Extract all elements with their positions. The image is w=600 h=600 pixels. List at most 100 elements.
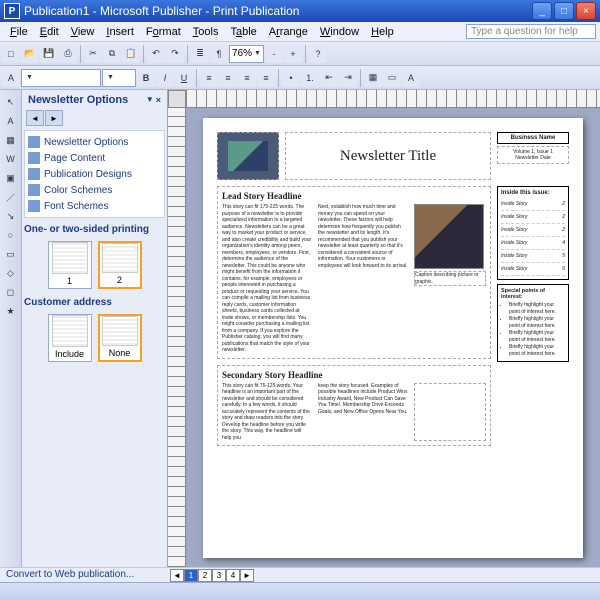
print-button[interactable]: ⎙ — [59, 45, 77, 63]
lead-image[interactable] — [414, 204, 484, 269]
menu-file[interactable]: File — [4, 24, 34, 40]
table-tool[interactable]: ▦ — [3, 132, 19, 148]
paste-button[interactable]: 📋 — [122, 45, 140, 63]
inside-issue-box[interactable]: Inside this issue: Inside Story2 Inside … — [497, 186, 569, 280]
open-button[interactable]: 📂 — [21, 45, 39, 63]
page-nav-next[interactable]: ► — [240, 569, 254, 582]
line-color-button[interactable]: ▭ — [383, 69, 401, 87]
fill-color-button[interactable]: ▦ — [364, 69, 382, 87]
menu-help[interactable]: Help — [365, 24, 400, 40]
menu-edit[interactable]: Edit — [34, 24, 65, 40]
tp-back-button[interactable]: ◄ — [26, 110, 44, 126]
undo-button[interactable]: ↶ — [147, 45, 165, 63]
publication-page[interactable]: Newsletter Title Business Name Volume 1,… — [203, 118, 583, 558]
menu-view[interactable]: View — [65, 24, 101, 40]
zoom-combo[interactable]: 76%▼ — [229, 45, 264, 63]
vertical-ruler[interactable] — [168, 108, 186, 567]
formatting-toolbar: A ▼ ▼ B I U ≡ ≡ ≡ ≡ • 1. ⇤ ⇥ ▦ ▭ A — [0, 66, 600, 90]
status-bar — [0, 582, 600, 600]
bookmark-tool[interactable]: ◻ — [3, 284, 19, 300]
link-color-schemes[interactable]: Color Schemes — [28, 182, 161, 198]
page-nav-prev[interactable]: ◄ — [170, 569, 184, 582]
styles-button[interactable]: A — [2, 69, 20, 87]
align-center-button[interactable]: ≡ — [219, 69, 237, 87]
logo-placeholder[interactable] — [217, 132, 279, 180]
page-nav-2[interactable]: 2 — [198, 569, 212, 582]
line-tool[interactable]: ／ — [3, 189, 19, 205]
textbox-tool[interactable]: A — [3, 113, 19, 129]
cut-button[interactable]: ✂ — [84, 45, 102, 63]
justify-button[interactable]: ≡ — [257, 69, 275, 87]
link-page-content[interactable]: Page Content — [28, 150, 161, 166]
italic-button[interactable]: I — [156, 69, 174, 87]
ruler-corner — [168, 90, 186, 108]
redo-button[interactable]: ↷ — [166, 45, 184, 63]
menu-bar: File Edit View Insert Format Tools Table… — [0, 22, 600, 42]
menu-arrange[interactable]: Arrange — [263, 24, 314, 40]
convert-link[interactable]: Convert to Web publication... — [6, 569, 134, 580]
thumb-none[interactable]: None — [98, 314, 142, 362]
decrease-indent-button[interactable]: ⇤ — [320, 69, 338, 87]
autoshape-tool[interactable]: ◇ — [3, 265, 19, 281]
size-combo[interactable]: ▼ — [102, 69, 136, 87]
lead-story-box[interactable]: Lead Story Headline This story can fit 1… — [217, 186, 491, 359]
design-icon — [28, 168, 40, 180]
newsletter-title-box[interactable]: Newsletter Title — [285, 132, 491, 180]
font-combo[interactable]: ▼ — [21, 69, 101, 87]
align-right-button[interactable]: ≡ — [238, 69, 256, 87]
page-nav-1[interactable]: 1 — [184, 569, 198, 582]
align-left-button[interactable]: ≡ — [200, 69, 218, 87]
menu-table[interactable]: Table — [224, 24, 262, 40]
bold-button[interactable]: B — [137, 69, 155, 87]
zoom-in-button[interactable]: + — [284, 45, 302, 63]
thumb-include[interactable]: Include — [48, 314, 92, 362]
menu-window[interactable]: Window — [314, 24, 365, 40]
oval-tool[interactable]: ○ — [3, 227, 19, 243]
link-newsletter-options[interactable]: Newsletter Options — [28, 134, 161, 150]
increase-indent-button[interactable]: ⇥ — [339, 69, 357, 87]
horizontal-ruler[interactable] — [186, 90, 600, 108]
numbering-button[interactable]: 1. — [301, 69, 319, 87]
tp-fwd-button[interactable]: ► — [45, 110, 63, 126]
menu-format[interactable]: Format — [140, 24, 187, 40]
inside-row: Inside Story6 — [501, 263, 565, 276]
copy-button[interactable]: ⧉ — [103, 45, 121, 63]
help-button[interactable]: ? — [309, 45, 327, 63]
font-color-button[interactable]: A — [402, 69, 420, 87]
help-search-input[interactable]: Type a question for help — [466, 24, 596, 39]
special-chars-button[interactable]: ¶ — [210, 45, 228, 63]
zoom-out-button[interactable]: - — [265, 45, 283, 63]
task-pane-close[interactable]: × — [156, 95, 161, 105]
menu-tools[interactable]: Tools — [187, 24, 225, 40]
columns-button[interactable]: ≣ — [191, 45, 209, 63]
save-button[interactable]: 💾 — [40, 45, 58, 63]
select-tool[interactable]: ↖ — [3, 94, 19, 110]
image-caption[interactable]: Caption describing picture or graphic. — [414, 271, 486, 286]
minimize-button[interactable]: _ — [532, 2, 552, 20]
point-item: Briefly highlight your point of interest… — [509, 302, 565, 316]
wordart-tool[interactable]: W — [3, 151, 19, 167]
underline-button[interactable]: U — [175, 69, 193, 87]
page-nav-4[interactable]: 4 — [226, 569, 240, 582]
page-nav-3[interactable]: 3 — [212, 569, 226, 582]
link-font-schemes[interactable]: Font Schemes — [28, 198, 161, 214]
design-gallery-tool[interactable]: ★ — [3, 303, 19, 319]
thumb-two-sided[interactable]: 2 — [98, 241, 142, 289]
picture-tool[interactable]: ▣ — [3, 170, 19, 186]
rectangle-tool[interactable]: ▭ — [3, 246, 19, 262]
volume-issue-box[interactable]: Volume 1, Issue 1 Newsletter Date — [497, 146, 569, 164]
business-name-box[interactable]: Business Name — [497, 132, 569, 144]
arrow-tool[interactable]: ↘ — [3, 208, 19, 224]
special-points-box[interactable]: Special points of interest: Briefly high… — [497, 284, 569, 362]
task-pane-dropdown[interactable]: ▼ — [146, 95, 154, 105]
menu-insert[interactable]: Insert — [100, 24, 140, 40]
bullets-button[interactable]: • — [282, 69, 300, 87]
close-button[interactable]: × — [576, 2, 596, 20]
maximize-button[interactable]: □ — [554, 2, 574, 20]
thumb-one-sided[interactable]: 1 — [48, 241, 92, 289]
canvas-area[interactable]: Newsletter Title Business Name Volume 1,… — [168, 90, 600, 567]
convert-bar: Convert to Web publication... — [0, 567, 600, 582]
secondary-story-box[interactable]: Secondary Story Headline This story can … — [217, 365, 491, 447]
link-publication-designs[interactable]: Publication Designs — [28, 166, 161, 182]
new-button[interactable]: □ — [2, 45, 20, 63]
